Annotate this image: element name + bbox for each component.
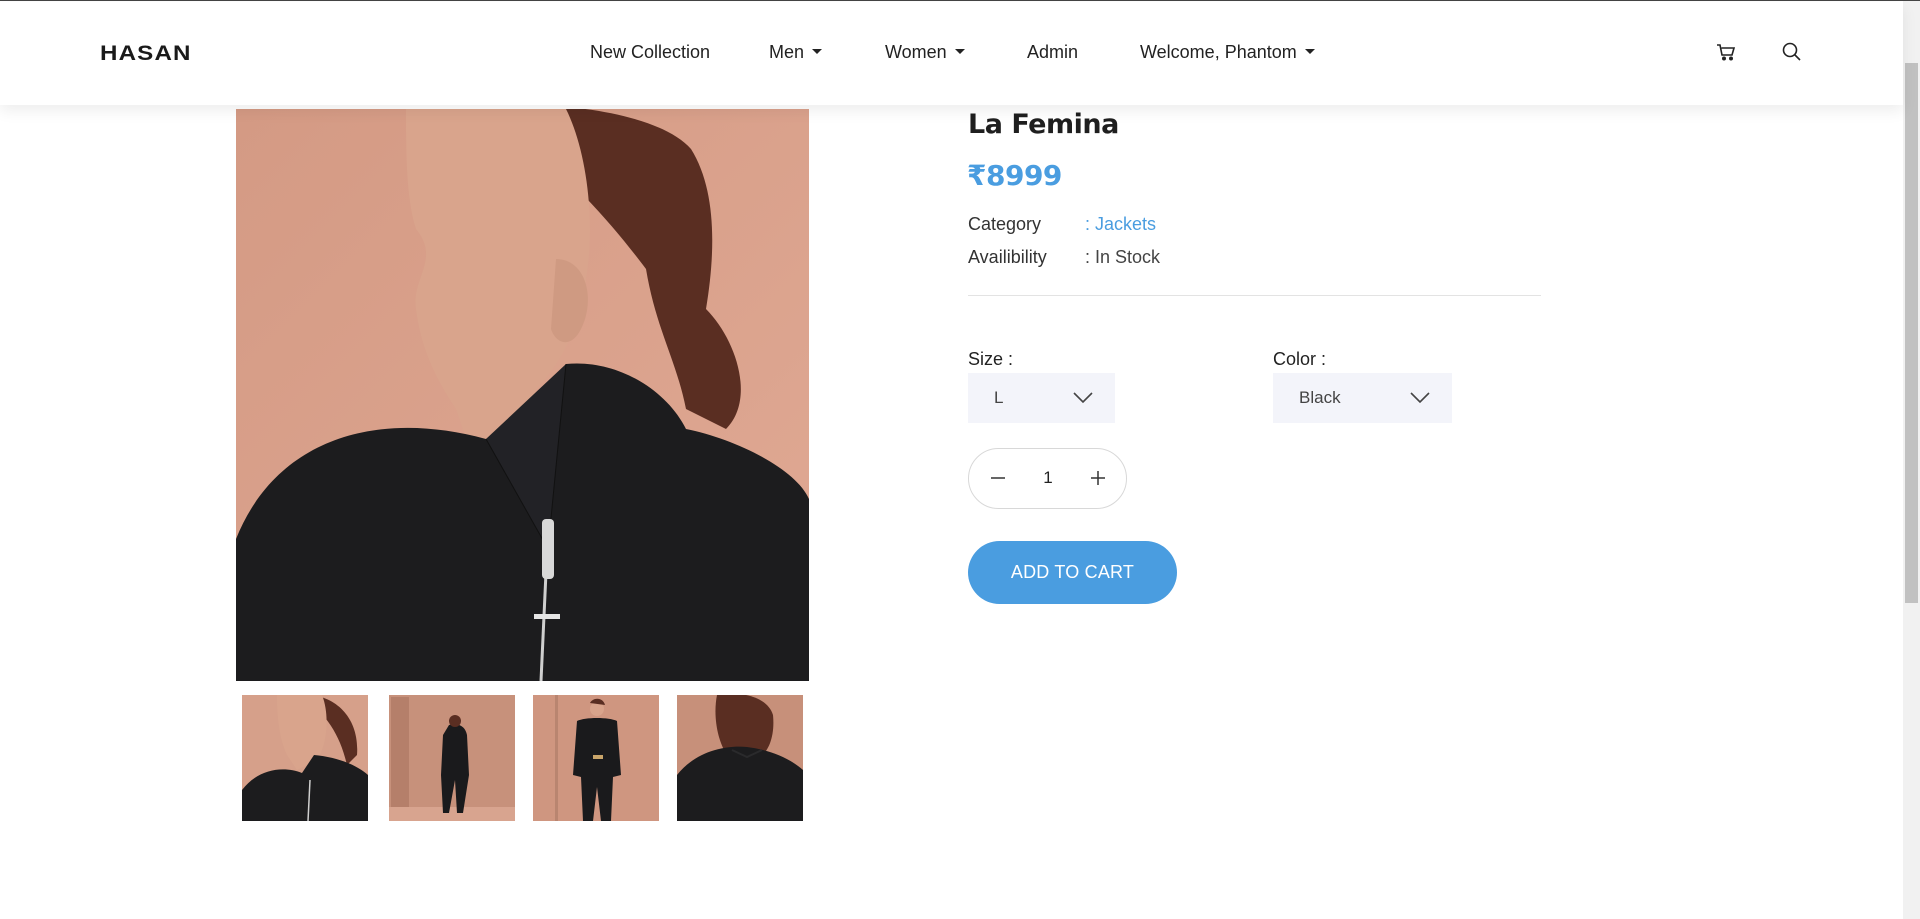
site-header: HASAN New Collection Men Women Admin Wel… bbox=[0, 2, 1903, 105]
product-thumbnail[interactable] bbox=[389, 695, 515, 821]
nav-label: Women bbox=[885, 42, 947, 62]
caret-down-icon bbox=[954, 48, 965, 54]
nav-label: Welcome, Phantom bbox=[1140, 42, 1297, 62]
scrollbar-thumb[interactable] bbox=[1905, 63, 1918, 603]
color-selected-value: Black bbox=[1299, 388, 1341, 407]
caret-down-icon bbox=[1304, 48, 1315, 54]
color-select[interactable]: Black bbox=[1273, 373, 1452, 423]
product-thumbnail[interactable] bbox=[533, 695, 659, 821]
category-link[interactable]: : Jackets bbox=[1085, 214, 1156, 235]
product-price: ₹8999 bbox=[967, 159, 1062, 192]
page-scrollbar[interactable] bbox=[1903, 1, 1920, 919]
availability-label: Availibility bbox=[968, 247, 1047, 267]
nav-label: Men bbox=[769, 42, 805, 62]
availability-value: : In Stock bbox=[1085, 247, 1161, 267]
add-to-cart-button[interactable]: ADD TO CART bbox=[968, 541, 1177, 604]
search-icon[interactable] bbox=[1780, 40, 1804, 64]
nav-new-collection[interactable]: New Collection bbox=[590, 42, 710, 63]
category-label: Category bbox=[968, 214, 1042, 234]
nav-label: New Collection bbox=[590, 42, 711, 62]
nav-men[interactable]: Men bbox=[769, 42, 823, 63]
nav-label: Admin bbox=[1027, 42, 1079, 62]
nav-user-menu[interactable]: Welcome, Phantom bbox=[1140, 42, 1315, 63]
divider bbox=[968, 295, 1541, 296]
color-label: Color : bbox=[1273, 349, 1327, 369]
chevron-down-icon bbox=[1410, 391, 1430, 404]
cart-icon[interactable] bbox=[1714, 40, 1738, 64]
plus-icon[interactable] bbox=[1087, 467, 1109, 489]
size-selected-value: L bbox=[994, 388, 1004, 407]
product-thumbnail[interactable] bbox=[677, 695, 803, 821]
product-title: La Femina bbox=[968, 109, 1119, 140]
product-thumbnail[interactable] bbox=[242, 695, 368, 821]
nav-admin[interactable]: Admin bbox=[1027, 42, 1078, 63]
quantity-stepper: 1 bbox=[968, 448, 1127, 509]
minus-icon[interactable] bbox=[987, 467, 1009, 489]
size-select[interactable]: L bbox=[968, 373, 1115, 423]
size-label: Size : bbox=[968, 349, 1014, 369]
nav-women[interactable]: Women bbox=[885, 42, 965, 63]
product-main-image[interactable] bbox=[236, 109, 809, 681]
caret-down-icon bbox=[812, 48, 823, 54]
main-nav: New Collection Men Women Admin Welcome, … bbox=[0, 42, 1903, 66]
chevron-down-icon bbox=[1073, 391, 1093, 404]
quantity-value[interactable]: 1 bbox=[1037, 468, 1059, 488]
